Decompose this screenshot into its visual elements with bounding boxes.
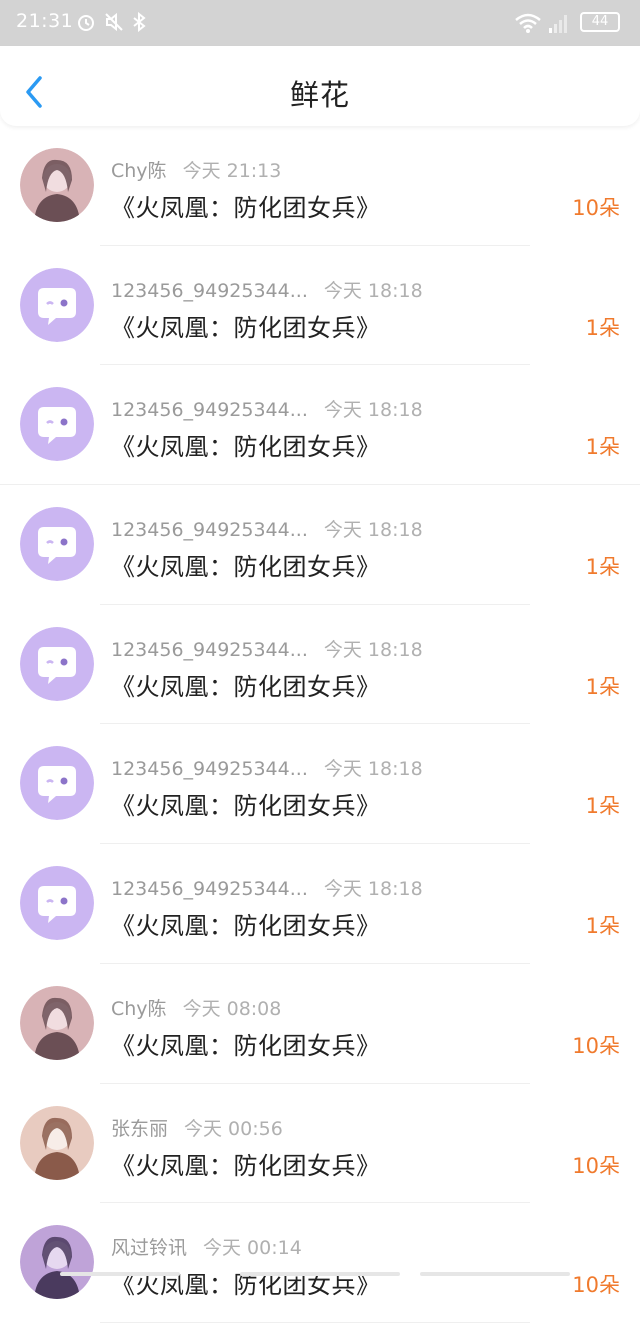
avatar[interactable]: [20, 1225, 94, 1300]
sent-time: 今天 18:18: [323, 519, 423, 542]
book-title: 《火凤凰：防化团女兵》: [111, 912, 381, 941]
sent-time: 今天 18:18: [323, 279, 423, 302]
alarm-icon: [78, 15, 94, 31]
flower-count: 1朵: [585, 674, 620, 699]
page-title: 鲜花: [289, 78, 350, 112]
book-title: 《火凤凰：防化团女兵》: [111, 313, 381, 342]
bluetooth-icon: [133, 12, 146, 32]
avatar[interactable]: [20, 746, 94, 821]
nav-bar: 鲜花: [0, 46, 640, 126]
sender-name: 123456_94925344...: [111, 399, 308, 422]
list-item[interactable]: 123456_94925344... 今天 18:18 《火凤凰：防化团女兵》 1朵: [0, 485, 640, 605]
avatar[interactable]: [20, 507, 94, 582]
flower-count: 10朵: [572, 1153, 620, 1178]
avatar[interactable]: [20, 267, 94, 342]
status-bar: 21:31 44: [0, 0, 640, 46]
avatar[interactable]: [20, 985, 94, 1060]
sender-name: 123456_94925344...: [111, 758, 308, 781]
avatar[interactable]: [20, 626, 94, 701]
book-title: 《火凤凰：防化团女兵》: [111, 553, 381, 582]
sent-time: 今天 18:18: [323, 399, 423, 422]
sender-line: Chy陈 今天 08:08: [111, 994, 281, 1021]
scroll-indicator: [0, 1272, 640, 1278]
avatar[interactable]: [20, 1105, 94, 1180]
flower-count: 1朵: [585, 914, 620, 939]
avatar[interactable]: [20, 148, 94, 222]
sender-line: 123456_94925344... 今天 18:18: [111, 754, 423, 781]
sender-line: 123456_94925344... 今天 18:18: [111, 395, 423, 422]
sent-time: 今天 21:13: [182, 160, 282, 182]
sender-name: 123456_94925344...: [111, 519, 308, 542]
sent-time: 今天 00:56: [184, 1117, 283, 1140]
list-item[interactable]: 张东丽 今天 00:56 《火凤凰：防化团女兵》 10朵: [0, 1084, 640, 1204]
mute-icon: [105, 12, 123, 32]
book-title: 《火凤凰：防化团女兵》: [111, 792, 381, 821]
book-title: 《火凤凰：防化团女兵》: [111, 194, 381, 222]
book-title: 《火凤凰：防化团女兵》: [111, 1271, 381, 1300]
flower-count: 10朵: [572, 196, 620, 220]
sender-line: 张东丽 今天 00:56: [111, 1114, 283, 1141]
book-title: 《火凤凰：防化团女兵》: [111, 672, 381, 701]
list-item[interactable]: 123456_94925344... 今天 18:18 《火凤凰：防化团女兵》 1朵: [0, 605, 640, 725]
flower-count: 1朵: [585, 315, 620, 340]
flower-count: 1朵: [585, 555, 620, 580]
list-item[interactable]: 123456_94925344... 今天 18:18 《火凤凰：防化团女兵》 1朵: [0, 844, 640, 964]
sender-name: Chy陈: [111, 160, 167, 182]
list-item[interactable]: 123456_94925344... 今天 18:18 《火凤凰：防化团女兵》 1朵: [0, 246, 640, 366]
sender-name: 123456_94925344...: [111, 878, 308, 901]
sender-line: 123456_94925344... 今天 18:18: [111, 515, 423, 542]
sent-time: 今天 00:14: [203, 1237, 302, 1260]
avatar[interactable]: [20, 866, 94, 941]
avatar[interactable]: [20, 387, 94, 462]
status-time: 21:31: [16, 10, 74, 32]
book-title: 《火凤凰：防化团女兵》: [111, 1031, 381, 1060]
flower-count: 1朵: [585, 435, 620, 460]
sender-name: 123456_94925344...: [111, 638, 308, 661]
list-item[interactable]: 123456_94925344... 今天 18:18 《火凤凰：防化团女兵》 1朵: [0, 724, 640, 845]
sender-line: 123456_94925344... 今天 18:18: [111, 635, 423, 662]
signal-icon: [549, 15, 567, 33]
sent-time: 今天 18:18: [323, 638, 423, 661]
list-item[interactable]: Chy陈 今天 21:13 《火凤凰：防化团女兵》 10朵: [0, 126, 640, 246]
flower-count: 10朵: [572, 1033, 620, 1058]
list-item[interactable]: 123456_94925344... 今天 18:18 《火凤凰：防化团女兵》 1朵: [0, 365, 640, 486]
book-title: 《火凤凰：防化团女兵》: [111, 433, 381, 462]
sender-name: Chy陈: [111, 997, 167, 1020]
sent-time: 今天 18:18: [323, 878, 423, 901]
battery-icon: 44: [580, 12, 620, 32]
sender-line: 123456_94925344... 今天 18:18: [111, 874, 423, 901]
list-item[interactable]: Chy陈 今天 08:08 《火凤凰：防化团女兵》 10朵: [0, 964, 640, 1084]
sent-time: 今天 18:18: [323, 758, 423, 781]
sender-line: 风过铃讯 今天 00:14: [111, 1233, 302, 1260]
wifi-icon: [515, 13, 541, 33]
list-item[interactable]: 风过铃讯 今天 00:14 《火凤凰：防化团女兵》 10朵: [0, 1203, 640, 1323]
book-title: 《火凤凰：防化团女兵》: [111, 1151, 381, 1180]
battery-level: 44: [591, 14, 609, 29]
sender-line: Chy陈 今天 21:13: [111, 156, 281, 183]
sent-time: 今天 08:08: [182, 997, 282, 1020]
sender-name: 张东丽: [111, 1117, 169, 1140]
sender-name: 风过铃讯: [111, 1237, 188, 1260]
flower-count: 1朵: [585, 794, 620, 819]
flower-list: Chy陈 今天 21:13 《火凤凰：防化团女兵》 10朵 123456_9492534…: [0, 126, 640, 1323]
sender-line: 123456_94925344... 今天 18:18: [111, 276, 423, 303]
sender-name: 123456_94925344...: [111, 279, 308, 302]
